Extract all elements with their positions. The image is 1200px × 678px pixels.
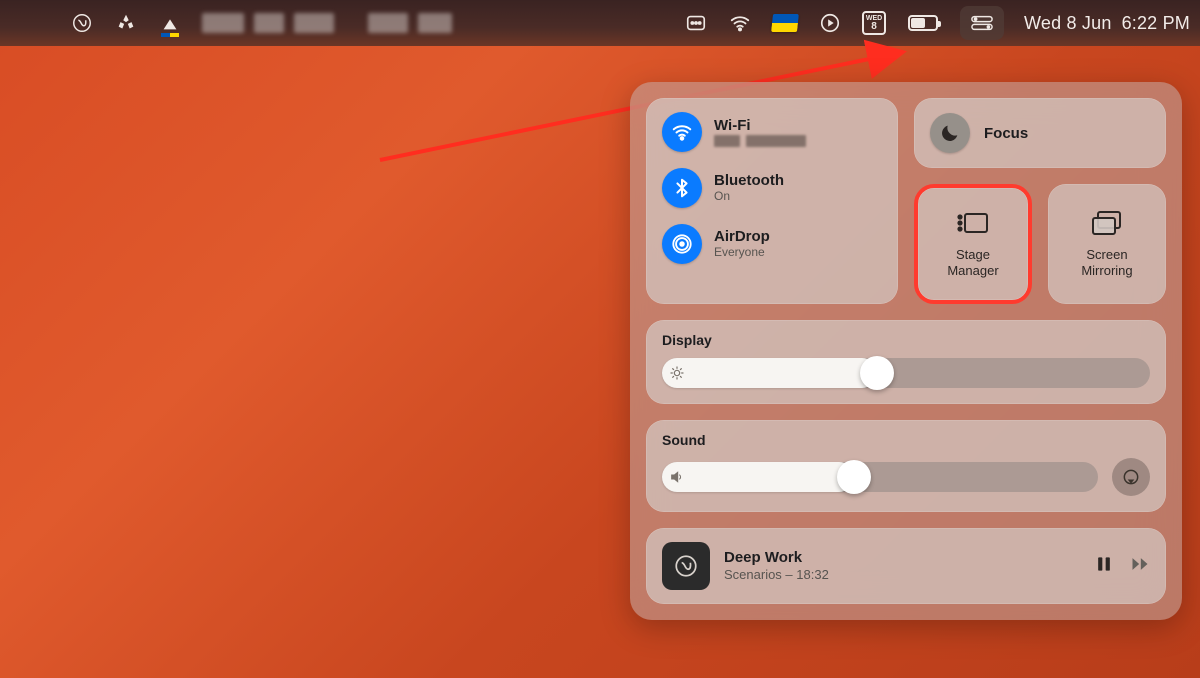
stage-manager-label-2: Manager [947,263,998,279]
menubar: WED8 Wed 8 Jun 6:22 PM [0,0,1200,46]
screen-mirroring-label-2: Mirroring [1081,263,1132,279]
bluetooth-status: On [714,190,784,204]
display-slider-fill [662,358,877,388]
menu-extra-blurred-group-1 [202,13,334,33]
airdrop-toggle[interactable]: AirDrop Everyone [662,224,882,264]
wifi-label: Wi-Fi [714,117,806,134]
control-center-panel: Wi-Fi Bluetooth On [630,82,1182,620]
menubar-time: 6:22 PM [1122,13,1190,34]
menubar-clock[interactable]: Wed 8 Jun 6:22 PM [1024,13,1190,34]
display-brightness-slider[interactable] [662,358,1150,388]
sound-module: Sound [646,420,1166,512]
sound-label: Sound [662,432,1150,448]
volume-icon [668,468,686,486]
wifi-ssid-blurred [714,135,806,147]
wifi-status-icon[interactable] [728,11,752,35]
stage-manager-icon [955,209,991,237]
menu-extra-brush-icon[interactable] [158,11,182,35]
wifi-toggle[interactable]: Wi-Fi [662,112,882,152]
now-playing-title: Deep Work [724,549,1080,568]
menu-extra-flag-icon[interactable] [772,11,798,35]
screen-mirroring-label-1: Screen [1081,247,1132,263]
now-playing-status-icon[interactable] [818,11,842,35]
connectivity-module: Wi-Fi Bluetooth On [646,98,898,304]
menu-extra-window-icon[interactable] [684,11,708,35]
stage-manager-toggle[interactable]: Stage Manager [914,184,1032,304]
menu-extra-endel-icon[interactable] [70,11,94,35]
brightness-icon [668,364,686,382]
battery-status-icon[interactable] [906,11,940,35]
airdrop-icon [662,224,702,264]
now-playing-artwork-icon [662,542,710,590]
bluetooth-icon [662,168,702,208]
menu-extra-blurred-group-2 [368,13,452,33]
focus-toggle[interactable]: Focus [914,98,1166,168]
display-label: Display [662,332,1150,348]
now-playing-module[interactable]: Deep Work Scenarios – 18:32 [646,528,1166,604]
sound-slider-thumb[interactable] [837,460,871,494]
display-slider-thumb[interactable] [860,356,894,390]
menu-extra-leaf-icon[interactable] [114,11,138,35]
bluetooth-toggle[interactable]: Bluetooth On [662,168,882,208]
control-center-button[interactable] [960,6,1004,40]
display-module: Display [646,320,1166,404]
now-playing-subtitle: Scenarios – 18:32 [724,567,1080,583]
audio-output-button[interactable] [1112,458,1150,496]
bluetooth-label: Bluetooth [714,172,784,189]
screen-mirroring-toggle[interactable]: Screen Mirroring [1048,184,1166,304]
airdrop-label: AirDrop [714,228,770,245]
menubar-date: Wed 8 Jun [1024,13,1112,34]
moon-icon [930,113,970,153]
next-track-button[interactable] [1130,554,1150,579]
sound-slider-fill [662,462,854,492]
wifi-icon [662,112,702,152]
pause-button[interactable] [1094,554,1114,579]
screen-mirroring-icon [1089,209,1125,237]
stage-manager-label-1: Stage [947,247,998,263]
calendar-day: 8 [871,22,877,32]
sound-volume-slider[interactable] [662,462,1098,492]
focus-label: Focus [984,125,1028,142]
airdrop-status: Everyone [714,246,770,260]
calendar-status-icon[interactable]: WED8 [862,11,886,35]
